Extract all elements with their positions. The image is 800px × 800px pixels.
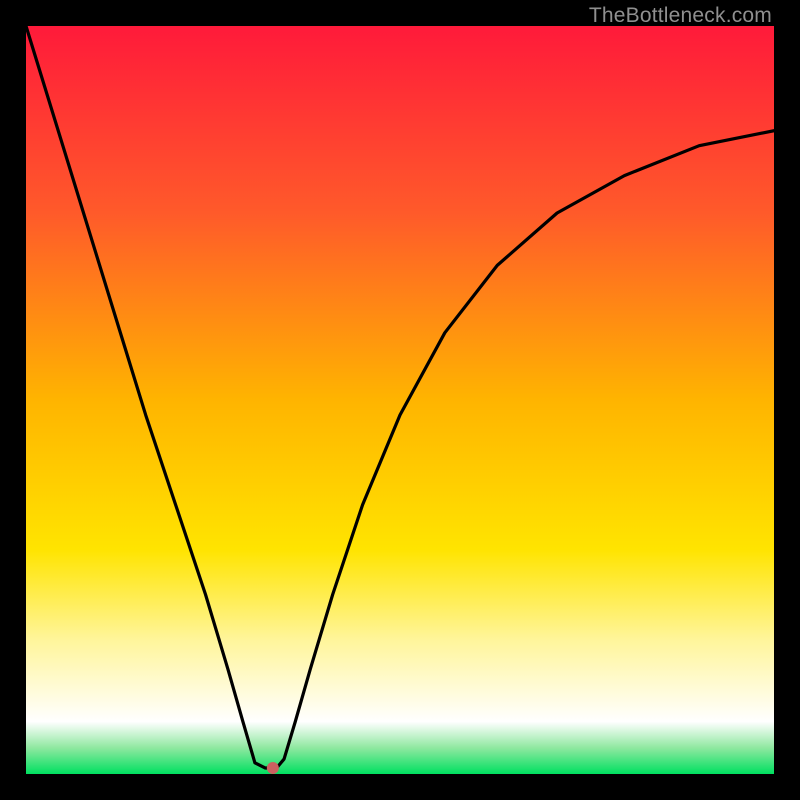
chart-background [26,26,774,774]
watermark-text: TheBottleneck.com [589,4,772,28]
optimum-marker [267,762,279,774]
chart-frame [26,26,774,774]
chart-svg [26,26,774,774]
